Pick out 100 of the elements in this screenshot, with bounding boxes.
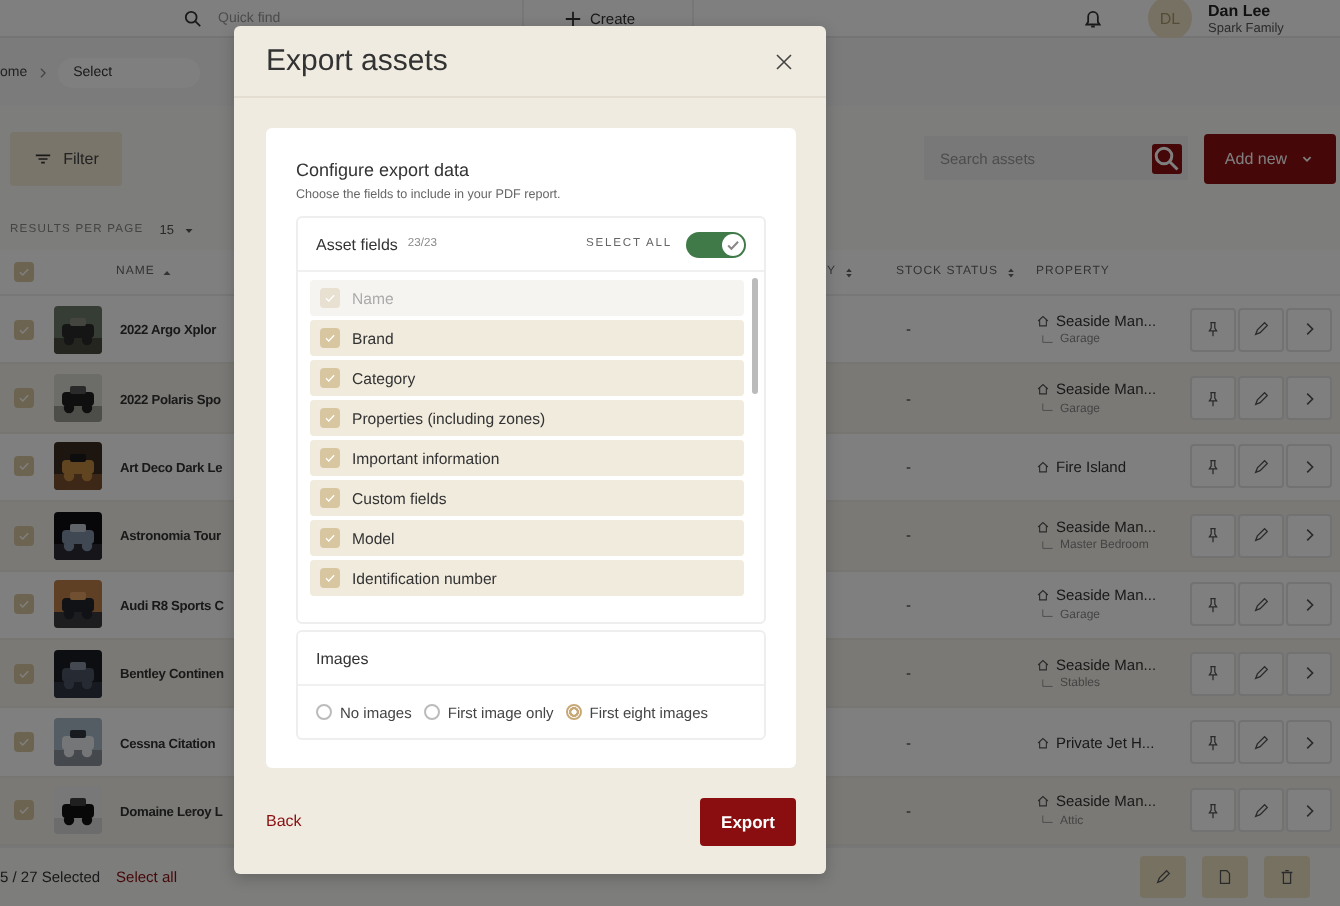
check-icon — [322, 370, 338, 386]
pencil-icon — [1252, 664, 1270, 683]
pencil-icon — [1252, 595, 1270, 614]
checkbox[interactable] — [320, 368, 340, 388]
pin-icon — [1204, 801, 1222, 820]
sort-ascending-icon[interactable] — [160, 265, 175, 279]
export-button[interactable]: Export — [700, 797, 796, 845]
pin-icon — [1204, 320, 1222, 339]
check-icon — [16, 596, 32, 613]
pencil-icon — [1154, 868, 1172, 887]
check-icon — [16, 665, 32, 682]
search-icon — [184, 9, 202, 27]
checkbox[interactable] — [14, 800, 34, 821]
search-icon — [1151, 143, 1181, 173]
pin-button[interactable] — [1190, 720, 1236, 765]
add-new-button[interactable]: Add new — [1204, 133, 1336, 183]
bulk-edit-button[interactable] — [1140, 856, 1186, 899]
checkbox[interactable] — [320, 488, 340, 508]
bell-icon[interactable] — [1082, 7, 1104, 29]
checkbox[interactable] — [14, 319, 34, 340]
check-icon — [322, 570, 338, 586]
checkbox[interactable] — [14, 388, 34, 409]
pin-icon — [1204, 457, 1222, 476]
house-icon — [1036, 519, 1050, 534]
edit-button[interactable] — [1238, 513, 1284, 558]
checkbox[interactable] — [14, 594, 34, 615]
pin-button[interactable] — [1190, 651, 1236, 696]
checkbox[interactable] — [320, 448, 340, 468]
panel-title: Images — [316, 649, 369, 667]
pin-button[interactable] — [1190, 307, 1236, 352]
checkbox[interactable] — [14, 456, 34, 477]
user-name: Dan Lee — [1208, 1, 1273, 19]
house-icon — [1036, 735, 1050, 750]
edit-button[interactable] — [1238, 582, 1284, 627]
open-button[interactable] — [1286, 444, 1332, 489]
tree-branch-icon — [1040, 608, 1054, 623]
pin-button[interactable] — [1190, 788, 1236, 833]
checkbox[interactable] — [320, 568, 340, 588]
tree-branch-icon — [1040, 539, 1054, 554]
edit-button[interactable] — [1238, 651, 1284, 696]
close-icon[interactable] — [774, 51, 794, 71]
filter-button[interactable]: Filter — [10, 131, 122, 185]
house-icon — [1036, 382, 1050, 397]
open-button[interactable] — [1286, 788, 1332, 833]
house-icon — [1036, 657, 1050, 672]
edit-button[interactable] — [1238, 376, 1284, 421]
house-icon — [1036, 794, 1050, 809]
pin-button[interactable] — [1190, 376, 1236, 421]
chevron-right-icon — [35, 65, 50, 79]
tree-branch-icon — [1040, 677, 1054, 692]
back-link[interactable]: Back — [266, 812, 302, 830]
check-icon — [322, 330, 338, 346]
pencil-icon — [1252, 320, 1270, 339]
open-button[interactable] — [1286, 651, 1332, 696]
open-button[interactable] — [1286, 376, 1332, 421]
pin-button[interactable] — [1190, 513, 1236, 558]
checkbox[interactable] — [14, 262, 34, 282]
edit-button[interactable] — [1238, 788, 1284, 833]
edit-button[interactable] — [1238, 444, 1284, 489]
bulk-document-button[interactable] — [1202, 856, 1248, 899]
plus-icon — [564, 9, 582, 27]
pin-icon — [1204, 595, 1222, 614]
search-button[interactable] — [1144, 136, 1188, 180]
pencil-icon — [1252, 733, 1270, 752]
check-icon — [16, 527, 32, 544]
card-heading: Configure export data — [296, 160, 472, 180]
pin-icon — [1204, 389, 1222, 408]
open-button[interactable] — [1286, 582, 1332, 627]
bulk-delete-button[interactable] — [1264, 856, 1310, 899]
check-icon — [322, 450, 338, 466]
pencil-icon — [1252, 457, 1270, 476]
sort-icon[interactable] — [1004, 265, 1019, 279]
sort-icon[interactable] — [842, 265, 856, 279]
checkbox[interactable] — [320, 328, 340, 348]
select-all-toggle[interactable] — [686, 231, 746, 257]
pin-button[interactable] — [1190, 444, 1236, 489]
caret-icon — [181, 223, 196, 237]
house-icon — [1036, 313, 1050, 328]
checkbox[interactable] — [14, 525, 34, 546]
check-icon — [16, 458, 32, 475]
open-button[interactable] — [1286, 720, 1332, 765]
trash-icon — [1278, 868, 1296, 887]
pencil-icon — [1252, 526, 1270, 545]
edit-button[interactable] — [1238, 307, 1284, 352]
checkbox[interactable] — [320, 528, 340, 548]
pin-button[interactable] — [1190, 582, 1236, 627]
open-button[interactable] — [1286, 307, 1332, 352]
check-icon — [16, 321, 32, 338]
pin-icon — [1204, 526, 1222, 545]
tree-branch-icon — [1040, 814, 1054, 829]
house-icon — [1036, 459, 1050, 474]
checkbox[interactable] — [14, 732, 34, 753]
open-button[interactable] — [1286, 513, 1332, 558]
filter-icon — [33, 149, 52, 167]
pencil-icon — [1252, 389, 1270, 408]
edit-button[interactable] — [1238, 720, 1284, 765]
house-icon — [1036, 588, 1050, 603]
checkbox[interactable] — [14, 663, 34, 684]
pin-icon — [1204, 733, 1222, 752]
checkbox[interactable] — [320, 408, 340, 428]
